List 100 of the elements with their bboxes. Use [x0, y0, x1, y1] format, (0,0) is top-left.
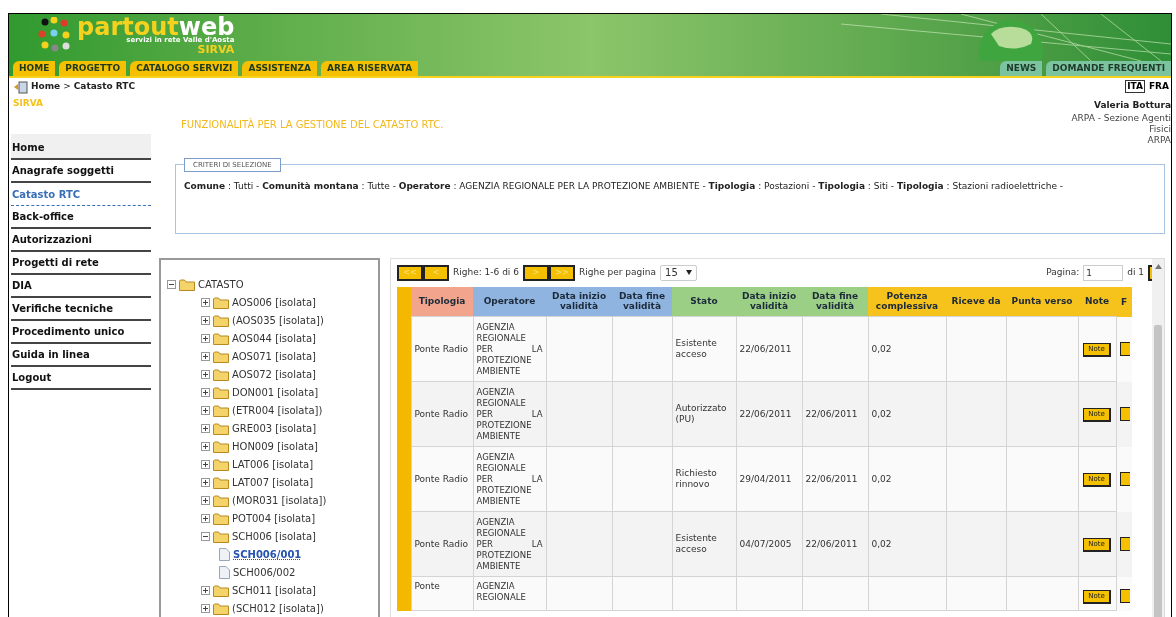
sidebar-item[interactable]: Autorizzazioni — [11, 228, 151, 252]
tree-item[interactable]: SCH006 [isolata] — [232, 529, 316, 544]
rows-per-page-select[interactable]: 15 — [660, 264, 697, 281]
tree-item[interactable]: POT004 [isolata] — [232, 511, 316, 526]
folder-icon — [213, 602, 229, 615]
scroll-up-icon[interactable] — [1154, 263, 1162, 269]
document-icon — [219, 566, 230, 579]
column-header: Note — [1078, 286, 1116, 317]
column-header: Operatore — [473, 286, 546, 317]
expand-icon[interactable] — [201, 586, 210, 595]
language-option[interactable]: FRA — [1146, 80, 1171, 93]
tree-item[interactable]: LAT007 [isolata] — [232, 475, 314, 490]
sidebar-item[interactable]: Home — [11, 133, 151, 160]
tree-item[interactable]: AOS072 [isolata] — [232, 367, 316, 382]
column-header: Data fine validità — [612, 286, 672, 317]
expand-icon[interactable] — [201, 298, 210, 307]
expand-icon[interactable] — [201, 316, 210, 325]
tree-item[interactable]: HON009 [isolata] — [232, 439, 318, 454]
tree-item[interactable]: (ETR004 [isolata]) — [232, 403, 323, 418]
tree-item[interactable]: LAT006 [isolata] — [232, 457, 314, 472]
dropdown-caret-icon — [685, 270, 692, 275]
table-cell-text: 0,02 — [871, 538, 893, 550]
tree-item[interactable]: SCH006/002 — [233, 565, 296, 580]
collapse-icon[interactable] — [201, 532, 210, 541]
action-button[interactable] — [1119, 407, 1130, 421]
expand-icon[interactable] — [201, 478, 210, 487]
sidebar-item[interactable]: Anagrafe soggetti — [11, 159, 151, 183]
expand-icon[interactable] — [201, 424, 210, 433]
table-cell: AGENZIA REGIONALE PER LA PROTEZIONE AMBIENTE — [476, 516, 543, 572]
column-header: Riceve da — [946, 286, 1006, 317]
user-organization: ARPA - Sezione Agenti Fisici — [1070, 112, 1171, 135]
expand-icon[interactable] — [201, 604, 210, 613]
table-cell: Ponte Radio — [414, 473, 470, 485]
expand-icon[interactable] — [201, 370, 210, 379]
column-header: Punta verso — [1006, 286, 1078, 317]
expand-icon[interactable] — [201, 388, 210, 397]
page-go-button[interactable] — [1148, 264, 1152, 281]
expand-icon[interactable] — [201, 460, 210, 469]
folder-icon — [213, 458, 229, 471]
expand-icon[interactable] — [201, 406, 210, 415]
tree-item[interactable]: AOS044 [isolata] — [232, 331, 316, 346]
tree-item[interactable]: CATASTO — [198, 277, 244, 292]
sidebar-item[interactable]: Progetti di rete — [11, 251, 151, 275]
action-button[interactable] — [1119, 588, 1130, 603]
sidebar-item[interactable]: Procedimento unico — [11, 320, 151, 344]
tree-item[interactable]: (SCH012 [isolata]) — [232, 601, 324, 616]
tree-item[interactable]: SCH011 [isolata] — [232, 583, 316, 598]
folder-icon — [213, 350, 229, 363]
language-option[interactable]: ITA — [1125, 80, 1145, 93]
nav-tab[interactable]: HOME — [13, 61, 56, 76]
tree-item[interactable]: (AOS035 [isolata]) — [232, 313, 324, 328]
table-cell: Ponte Radio — [414, 343, 470, 355]
table-cell-text: 0,02 — [871, 343, 893, 355]
collapse-icon[interactable] — [167, 280, 176, 289]
table-cell-text: Esistente acceso — [675, 533, 718, 555]
tree-item[interactable]: AOS006 [isolata] — [232, 295, 316, 310]
sidebar-item[interactable]: Logout — [11, 366, 151, 390]
sidebar-item[interactable]: Back-office — [11, 205, 151, 229]
sidebar-item[interactable]: DIA — [11, 274, 151, 298]
folder-icon — [213, 296, 229, 309]
expand-icon[interactable] — [201, 496, 210, 505]
scrollbar[interactable] — [1152, 258, 1164, 617]
tree-item[interactable]: SCH006/001 — [233, 547, 302, 562]
folder-icon — [213, 530, 229, 543]
nav-tab[interactable]: AREA RISERVATA — [321, 61, 419, 76]
expand-icon[interactable] — [201, 334, 210, 343]
nav-tab[interactable]: NEWS — [1000, 61, 1043, 76]
column-header: Data inizio validità — [546, 286, 612, 317]
tree-item[interactable]: GRE003 [isolata] — [232, 421, 317, 436]
expand-icon[interactable] — [201, 352, 210, 361]
action-button[interactable] — [1119, 537, 1130, 551]
folder-icon — [213, 512, 229, 525]
action-button[interactable] — [1119, 472, 1130, 486]
expand-icon[interactable] — [201, 442, 210, 451]
column-header: Potenza complessiva — [868, 286, 946, 317]
nav-tab[interactable]: ASSISTENZA — [242, 61, 318, 76]
action-button[interactable] — [1119, 342, 1130, 356]
folder-icon — [213, 314, 229, 327]
folder-icon — [213, 494, 229, 507]
folder-icon — [213, 584, 229, 597]
sidebar-item[interactable]: Guida in linea — [11, 343, 151, 367]
breadcrumb-link[interactable]: Home — [31, 80, 61, 94]
tree-item[interactable]: (MOR031 [isolata]) — [232, 493, 327, 508]
nav-tab[interactable]: CATALOGO SERVIZI — [130, 61, 239, 76]
sidebar-item[interactable]: Verifiche tecniche — [11, 297, 151, 321]
nav-tab[interactable]: PROGETTO — [59, 61, 127, 76]
folder-icon — [213, 422, 229, 435]
table-cell-text: 22/06/2011 — [805, 538, 859, 550]
nav-tab[interactable]: DOMANDE FREQUENTI — [1046, 61, 1171, 76]
table-cell: AGENZIA REGIONALE PER LA PROTEZIONE AMBIENTE — [476, 321, 543, 377]
expand-icon[interactable] — [201, 514, 210, 523]
criteria-text: Comune : Tutti - Comunità montana : Tutte - Operatore : AGENZIA REGIONALE PER LA PROTEZIONE AMBIENTE - Tipologia : Postazioni - Tipologia : Siti - Tipologia : Stazioni radioelettriche - — [184, 180, 1065, 192]
table-cell-text: 22/06/2011 — [805, 408, 859, 420]
table-cell-text: AGENZIA REGIONALE — [476, 581, 527, 603]
table-cell-text: 29/04/2011 — [739, 473, 793, 485]
tree-item[interactable]: DON001 [isolata] — [232, 385, 319, 400]
page-field[interactable]: 1 — [1083, 264, 1124, 281]
tree-item[interactable]: AOS071 [isolata] — [232, 349, 316, 364]
sidebar-item[interactable]: Catasto RTC — [11, 182, 151, 206]
table-cell-text: Richiesto rinnovo — [675, 468, 718, 490]
